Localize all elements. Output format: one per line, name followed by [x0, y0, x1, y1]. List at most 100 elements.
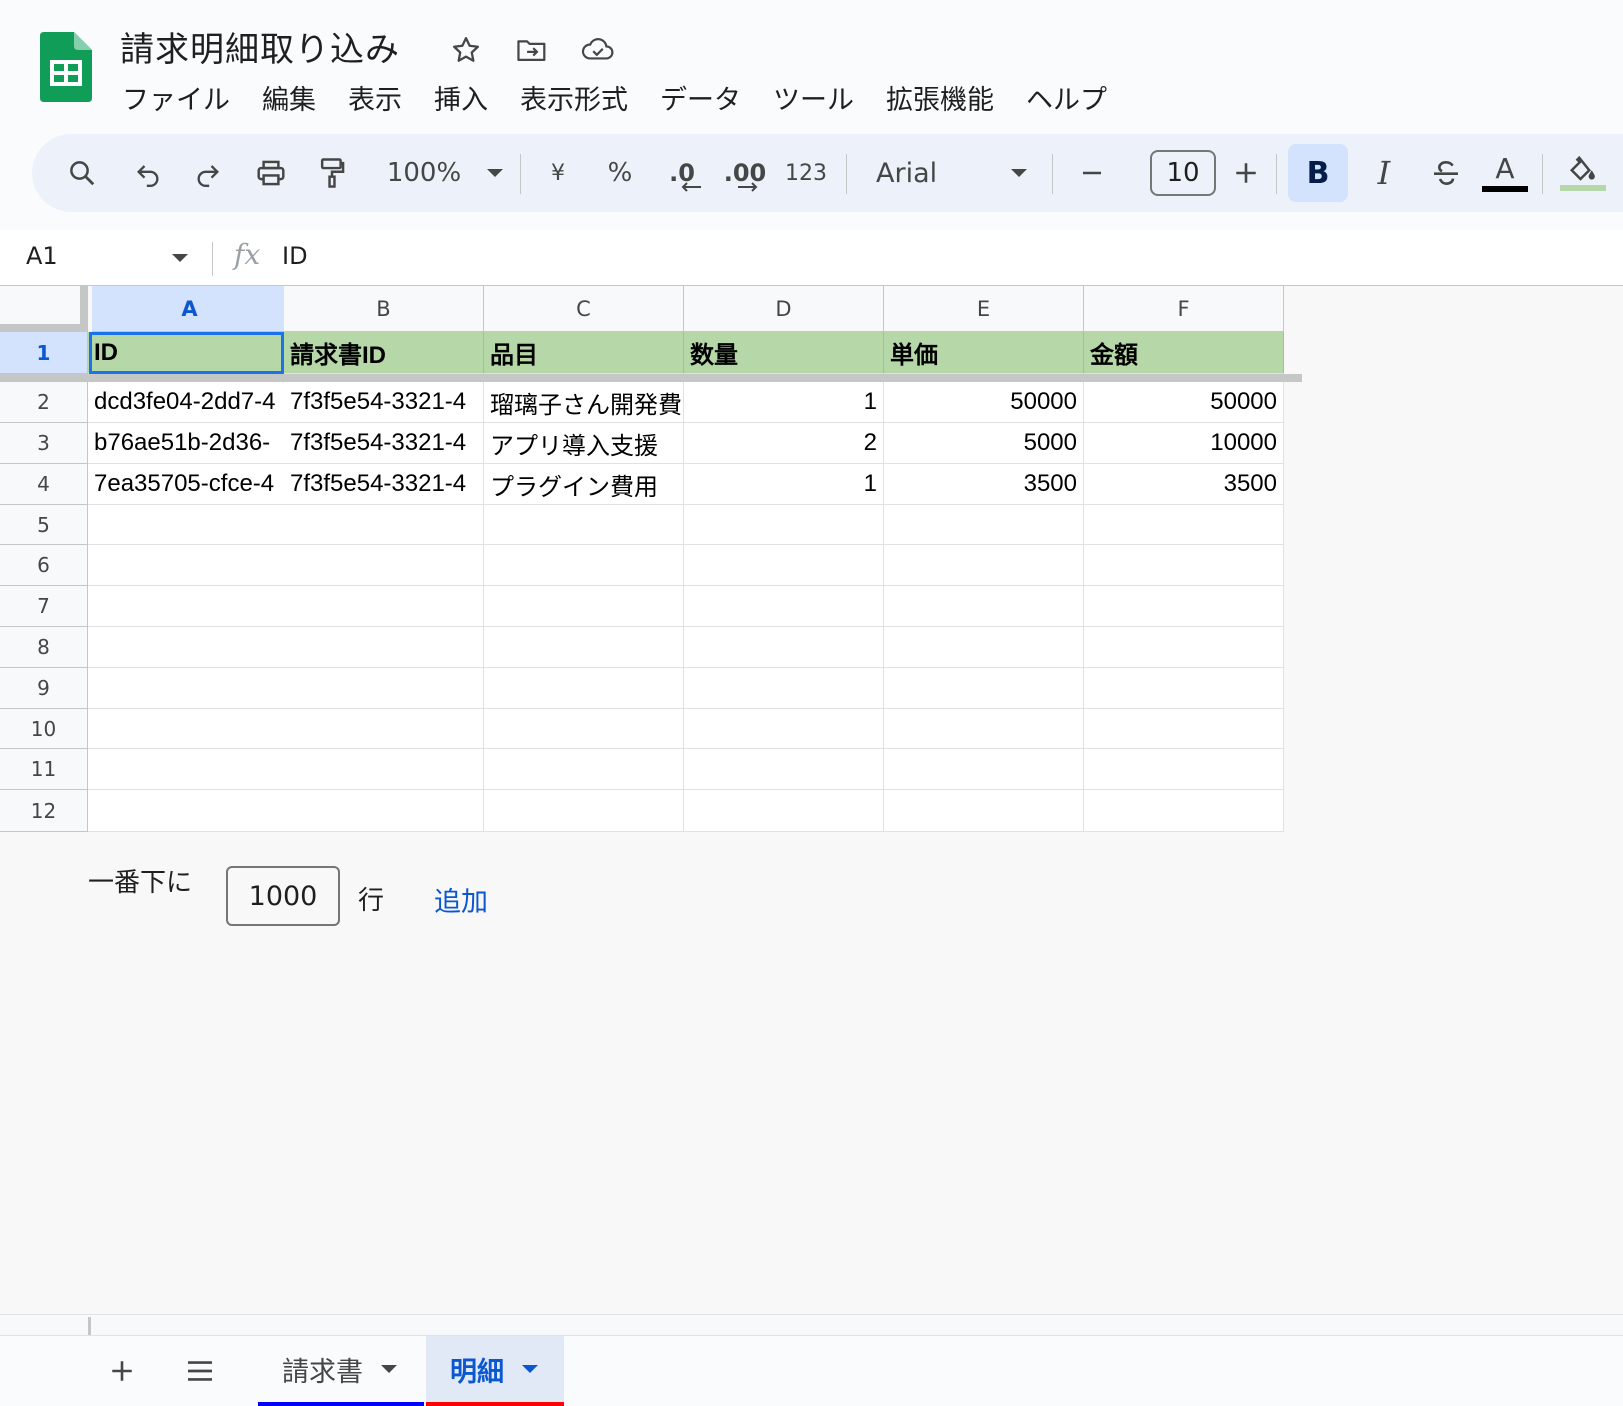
document-title[interactable]: 請求明細取り込み	[120, 22, 400, 71]
column-header-e[interactable]: E	[884, 286, 1084, 332]
row-header-4[interactable]: 4	[0, 464, 88, 505]
horizontal-scrollbar[interactable]	[0, 1314, 1623, 1336]
header-cell[interactable]: 請求書ID	[284, 332, 484, 374]
empty-cell[interactable]	[88, 545, 288, 586]
all-sheets-menu-icon[interactable]	[182, 1336, 218, 1406]
empty-cell[interactable]	[884, 505, 1084, 545]
formula-input[interactable]: ID	[282, 242, 308, 270]
chevron-down-icon[interactable]	[381, 1365, 397, 1373]
empty-cell[interactable]	[484, 627, 684, 668]
empty-cell[interactable]	[1084, 545, 1284, 586]
empty-cell[interactable]	[484, 709, 684, 749]
empty-cell[interactable]	[88, 668, 288, 709]
redo-icon[interactable]	[188, 134, 228, 212]
row-header-3[interactable]: 3	[0, 423, 88, 464]
empty-cell[interactable]	[884, 627, 1084, 668]
zoom-select[interactable]: 100%	[380, 134, 510, 212]
name-box[interactable]: A1	[26, 242, 58, 270]
add-sheet-icon[interactable]	[104, 1336, 140, 1406]
table-cell[interactable]: 50000	[884, 382, 1084, 423]
empty-cell[interactable]	[284, 790, 484, 832]
sheet-tab-0[interactable]: 請求書	[258, 1336, 424, 1406]
empty-cell[interactable]	[88, 749, 288, 790]
table-cell[interactable]: 7f3f5e54-3321-4	[284, 423, 484, 464]
menu-edit[interactable]: 編集	[262, 78, 316, 117]
increase-decimal-button[interactable]: .00	[722, 134, 768, 212]
table-cell[interactable]: 3500	[884, 464, 1084, 505]
empty-cell[interactable]	[1084, 749, 1284, 790]
empty-cell[interactable]	[884, 709, 1084, 749]
strikethrough-icon[interactable]	[1424, 134, 1468, 212]
table-cell[interactable]: 2	[684, 423, 884, 464]
empty-cell[interactable]	[484, 586, 684, 627]
add-rows-count-input[interactable]: 1000	[226, 866, 340, 926]
table-cell[interactable]: アプリ導入支援	[484, 423, 684, 464]
empty-cell[interactable]	[684, 709, 884, 749]
paint-format-icon[interactable]	[312, 134, 352, 212]
menu-extensions[interactable]: 拡張機能	[886, 78, 994, 117]
column-header-d[interactable]: D	[684, 286, 884, 332]
table-cell[interactable]: 7f3f5e54-3321-4	[284, 382, 484, 423]
currency-format-button[interactable]: ¥	[544, 134, 572, 212]
column-header-c[interactable]: C	[484, 286, 684, 332]
row-header-5[interactable]: 5	[0, 505, 88, 545]
empty-cell[interactable]	[1084, 668, 1284, 709]
menu-file[interactable]: ファイル	[122, 78, 230, 117]
table-cell[interactable]: 10000	[1084, 423, 1284, 464]
menu-format[interactable]: 表示形式	[520, 78, 628, 117]
bold-button[interactable]: B	[1288, 144, 1348, 202]
row-header-12[interactable]: 12	[0, 790, 88, 832]
header-cell[interactable]: 単価	[884, 332, 1084, 374]
cloud-status-icon[interactable]	[578, 30, 618, 70]
table-cell[interactable]: 1	[684, 382, 884, 423]
empty-cell[interactable]	[284, 749, 484, 790]
table-cell[interactable]: 50000	[1084, 382, 1284, 423]
undo-icon[interactable]	[128, 134, 168, 212]
text-color-button[interactable]: A	[1480, 134, 1530, 212]
empty-cell[interactable]	[88, 627, 288, 668]
select-all-corner[interactable]	[0, 286, 88, 332]
empty-cell[interactable]	[684, 545, 884, 586]
star-icon[interactable]	[446, 30, 486, 70]
percent-format-button[interactable]: %	[604, 134, 636, 212]
table-cell[interactable]: 7ea35705-cfce-4	[88, 464, 288, 505]
empty-cell[interactable]	[484, 505, 684, 545]
table-cell[interactable]: 3500	[1084, 464, 1284, 505]
empty-cell[interactable]	[88, 505, 288, 545]
empty-cell[interactable]	[884, 749, 1084, 790]
table-cell[interactable]: b76ae51b-2d36-	[88, 423, 288, 464]
increase-font-size-icon[interactable]	[1226, 134, 1266, 212]
row-header-8[interactable]: 8	[0, 627, 88, 668]
font-size-input[interactable]: 10	[1150, 150, 1216, 196]
menu-tools[interactable]: ツール	[773, 78, 854, 117]
freeze-divider[interactable]	[0, 374, 1302, 382]
empty-cell[interactable]	[1084, 627, 1284, 668]
empty-cell[interactable]	[884, 545, 1084, 586]
row-header-1[interactable]: 1	[0, 332, 88, 374]
header-cell[interactable]: 金額	[1084, 332, 1284, 374]
chevron-down-icon[interactable]	[172, 254, 188, 262]
empty-cell[interactable]	[484, 545, 684, 586]
column-header-b[interactable]: B	[284, 286, 484, 332]
header-cell[interactable]: 品目	[484, 332, 684, 374]
header-cell[interactable]: 数量	[684, 332, 884, 374]
empty-cell[interactable]	[484, 668, 684, 709]
empty-cell[interactable]	[684, 586, 884, 627]
empty-cell[interactable]	[88, 790, 288, 832]
row-header-7[interactable]: 7	[0, 586, 88, 627]
row-header-11[interactable]: 11	[0, 749, 88, 790]
empty-cell[interactable]	[284, 505, 484, 545]
empty-cell[interactable]	[1084, 709, 1284, 749]
empty-cell[interactable]	[684, 627, 884, 668]
fill-color-button[interactable]	[1558, 134, 1608, 212]
empty-cell[interactable]	[884, 790, 1084, 832]
empty-cell[interactable]	[684, 790, 884, 832]
empty-cell[interactable]	[884, 668, 1084, 709]
column-header-a[interactable]: A	[92, 286, 288, 332]
empty-cell[interactable]	[1084, 586, 1284, 627]
table-cell[interactable]: dcd3fe04-2dd7-4	[88, 382, 288, 423]
search-menus-icon[interactable]	[62, 134, 102, 212]
sheets-logo-icon[interactable]	[40, 32, 92, 102]
font-select[interactable]: Arial	[876, 134, 1046, 212]
number-format-button[interactable]: 123	[784, 134, 828, 212]
